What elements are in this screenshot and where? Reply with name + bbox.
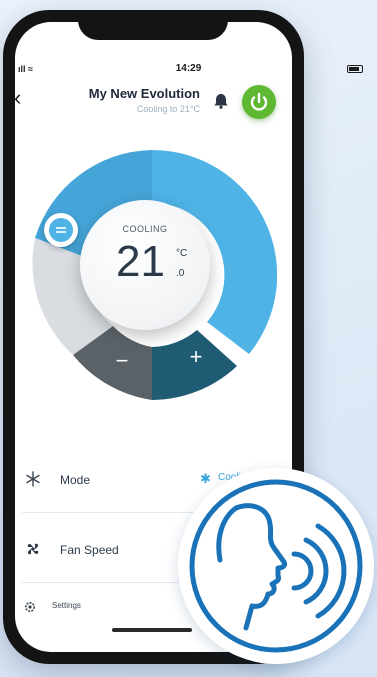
- fan-icon: [24, 540, 42, 558]
- settings-label: Settings: [52, 601, 81, 610]
- power-icon: [250, 92, 268, 111]
- voice-speaking-icon: [189, 479, 363, 653]
- phone-notch: [78, 10, 228, 40]
- snowflake-icon: [24, 470, 42, 488]
- device-name: My New Evolution: [88, 86, 200, 101]
- power-button[interactable]: [242, 85, 276, 119]
- battery-icon: [347, 65, 363, 73]
- mode-status-label: COOLING: [122, 224, 168, 234]
- temperature-value: 21: [116, 237, 165, 286]
- voice-assistant-badge: [178, 468, 374, 664]
- fan-speed-label: Fan Speed: [60, 543, 119, 557]
- gear-icon: [24, 600, 36, 612]
- temperature-unit: °C: [176, 248, 188, 259]
- equal-icon: [49, 218, 73, 242]
- temperature-decimal: .0: [176, 268, 185, 279]
- bell-icon[interactable]: [212, 92, 230, 110]
- decrease-temp-button[interactable]: −: [102, 347, 142, 375]
- status-bar: ıll ≈ 14:29: [0, 62, 377, 78]
- back-button[interactable]: ‹: [14, 87, 21, 109]
- equal-button[interactable]: [44, 213, 78, 247]
- status-time: 14:29: [175, 63, 202, 74]
- device-status: Cooling to 21°C: [136, 104, 200, 114]
- increase-temp-button[interactable]: +: [176, 343, 216, 371]
- temperature-display: COOLING 21 °C .0: [80, 200, 210, 330]
- mode-label: Mode: [60, 473, 91, 487]
